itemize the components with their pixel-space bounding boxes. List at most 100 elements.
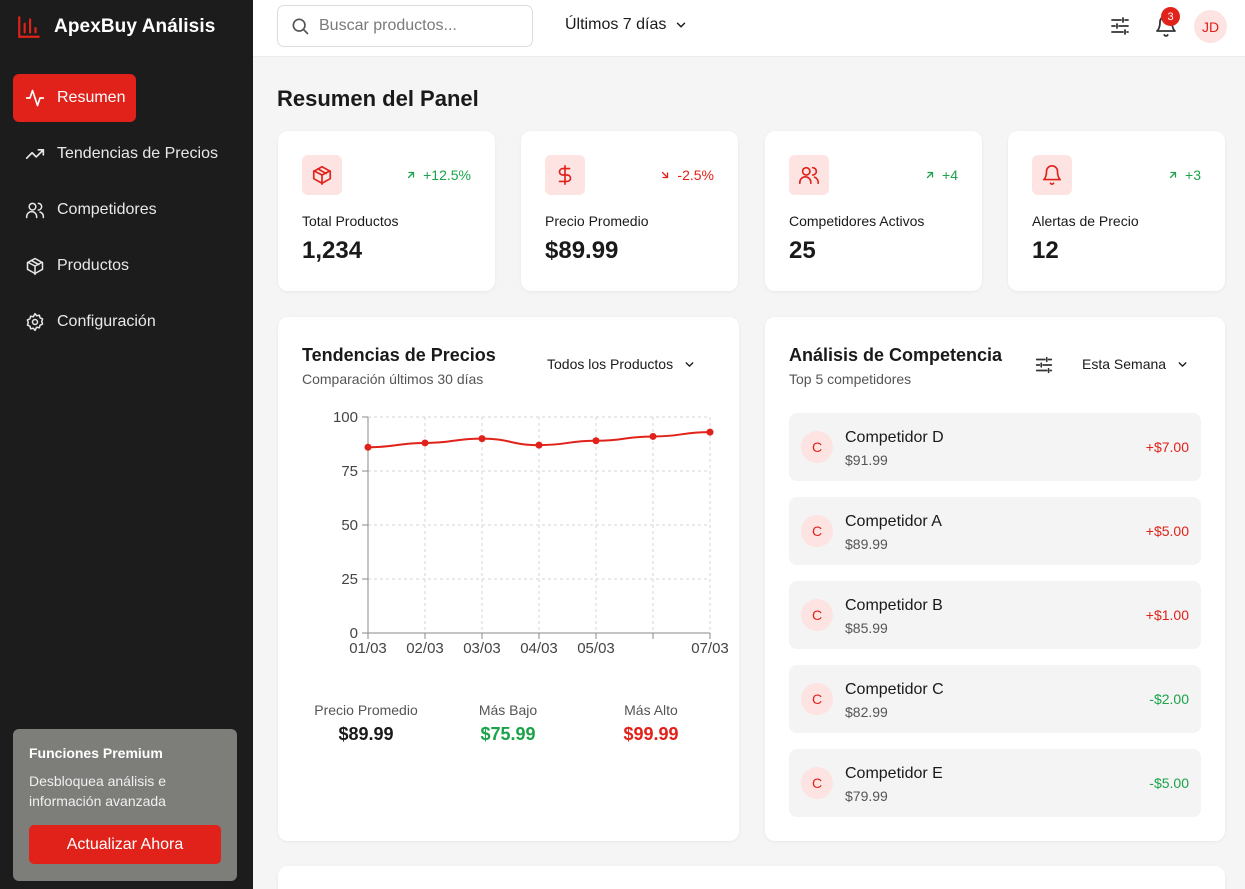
date-range-label: Últimos 7 días <box>565 16 667 33</box>
competitor-avatar: C <box>801 431 833 463</box>
trending-up-icon <box>25 149 45 159</box>
sidebar: ApexBuy Análisis Resumen Tendencias de P… <box>0 0 253 889</box>
period-select[interactable]: Esta Semana <box>1082 356 1189 372</box>
y-tick-label: 75 <box>341 463 358 480</box>
summary-highest: Más Alto $99.99 <box>566 702 736 745</box>
competition-card: Análisis de Competencia Top 5 competidor… <box>765 317 1225 841</box>
sidebar-item-label: Configuración <box>57 313 156 330</box>
sidebar-item-tendencias[interactable]: Tendencias de Precios <box>13 130 240 178</box>
sidebar-item-competidores[interactable]: Competidores <box>13 186 240 234</box>
arrow-up-right-icon <box>926 171 934 179</box>
avatar[interactable]: JD <box>1194 10 1227 43</box>
chevron-down-icon <box>677 22 686 28</box>
x-tick-label: 02/03 <box>406 640 444 657</box>
stat-icon-box <box>789 155 829 195</box>
page-title: Resumen del Panel <box>277 86 479 111</box>
data-point <box>706 428 714 436</box>
competitor-avatar: C <box>801 767 833 799</box>
stat-label: Precio Promedio <box>545 213 649 229</box>
competitor-name: Competidor D <box>845 429 944 446</box>
activity-icon <box>25 89 45 107</box>
competitor-name: Competidor E <box>845 765 943 782</box>
competitor-row[interactable]: C Competidor B $85.99 +$1.00 <box>789 581 1201 649</box>
x-tick-label: 05/03 <box>577 640 615 657</box>
settings-icon <box>26 312 44 332</box>
package-icon <box>26 257 44 276</box>
stat-value: 12 <box>1032 237 1059 264</box>
sidebar-item-label: Resumen <box>57 89 126 106</box>
period-label: Esta Semana <box>1082 356 1167 372</box>
package-icon <box>312 165 332 185</box>
stat-change-value: +12.5% <box>423 167 471 183</box>
stat-card-alertas-precio: +3 Alertas de Precio 12 <box>1008 131 1225 291</box>
date-range-select[interactable]: Últimos 7 días <box>565 16 688 34</box>
sidebar-item-resumen[interactable]: Resumen <box>13 74 136 122</box>
competitor-diff: +$1.00 <box>1145 607 1189 623</box>
stat-card-total-productos: +12.5% Total Productos 1,234 <box>278 131 495 291</box>
data-point <box>649 432 657 440</box>
competitor-row[interactable]: C Competidor E $79.99 -$5.00 <box>789 749 1201 817</box>
stat-change-value: -2.5% <box>677 167 714 183</box>
premium-text: Desbloquea análisis e información avanza… <box>29 773 166 809</box>
sidebar-item-label: Tendencias de Precios <box>57 145 218 162</box>
competitor-diff: -$2.00 <box>1149 691 1189 707</box>
y-tick-label: 50 <box>341 517 358 534</box>
competitor-diff: +$7.00 <box>1145 439 1189 455</box>
bottom-card <box>278 866 1225 889</box>
sliders-icon[interactable] <box>1108 14 1132 38</box>
competition-subtitle: Top 5 competidores <box>789 371 912 387</box>
stat-value: $89.99 <box>545 237 619 264</box>
competitor-diff: -$5.00 <box>1149 775 1189 791</box>
competitor-avatar: C <box>801 515 833 547</box>
stat-change: +4 <box>924 167 958 183</box>
stat-change: -2.5% <box>659 167 714 183</box>
competitor-price: $79.99 <box>845 788 888 804</box>
competitor-name: Competidor A <box>845 513 942 530</box>
stat-change: +3 <box>1167 167 1201 183</box>
competitor-row[interactable]: C Competidor A $89.99 +$5.00 <box>789 497 1201 565</box>
premium-title: Funciones Premium <box>29 745 163 761</box>
app-logo[interactable]: ApexBuy Análisis <box>16 12 215 42</box>
stat-icon-box <box>302 155 342 195</box>
bell-icon <box>1042 165 1062 185</box>
sliders-icon[interactable] <box>1033 354 1055 376</box>
sidebar-item-productos[interactable]: Productos <box>13 242 240 290</box>
competitor-price: $85.99 <box>845 620 888 636</box>
competitor-price: $89.99 <box>845 536 888 552</box>
search-input[interactable] <box>319 17 519 35</box>
users-icon <box>25 202 45 219</box>
sidebar-item-configuracion[interactable]: Configuración <box>13 298 240 346</box>
y-tick-label: 100 <box>333 409 358 426</box>
summary-label: Más Alto <box>624 702 678 718</box>
arrow-up-right-icon <box>408 171 415 179</box>
dollar-icon <box>558 165 572 185</box>
competitor-row[interactable]: C Competidor C $82.99 -$2.00 <box>789 665 1201 733</box>
arrow-up-right-icon <box>1169 171 1177 179</box>
upgrade-button[interactable]: Actualizar Ahora <box>29 825 221 864</box>
sidebar-nav: Resumen Tendencias de Precios Competidor… <box>13 74 240 354</box>
summary-value: $99.99 <box>623 724 679 744</box>
stat-label: Competidores Activos <box>789 213 925 229</box>
stat-card-competidores-activos: +4 Competidores Activos 25 <box>765 131 982 291</box>
data-point <box>364 443 372 451</box>
app-title: ApexBuy Análisis <box>54 16 216 37</box>
premium-card: Funciones Premium Desbloquea análisis e … <box>13 729 237 881</box>
stat-value: 1,234 <box>302 237 363 264</box>
stat-card-precio-promedio: -2.5% Precio Promedio $89.99 <box>521 131 738 291</box>
price-trends-card: Tendencias de Precios Comparación último… <box>278 317 739 841</box>
competitor-avatar: C <box>801 599 833 631</box>
competitor-avatar: C <box>801 683 833 715</box>
data-point <box>535 441 543 449</box>
competitor-row[interactable]: C Competidor D $91.99 +$7.00 <box>789 413 1201 481</box>
search-box[interactable] <box>277 5 533 47</box>
arrow-down-right-icon <box>662 171 669 179</box>
stat-value: 25 <box>789 237 816 264</box>
stat-label: Total Productos <box>302 213 399 229</box>
users-icon <box>799 166 819 185</box>
data-point <box>592 437 600 445</box>
data-point <box>478 435 486 443</box>
stat-change-value: +4 <box>942 167 958 183</box>
chevron-down-icon <box>1178 361 1187 367</box>
competitor-name: Competidor B <box>845 597 943 614</box>
data-point <box>421 439 429 447</box>
